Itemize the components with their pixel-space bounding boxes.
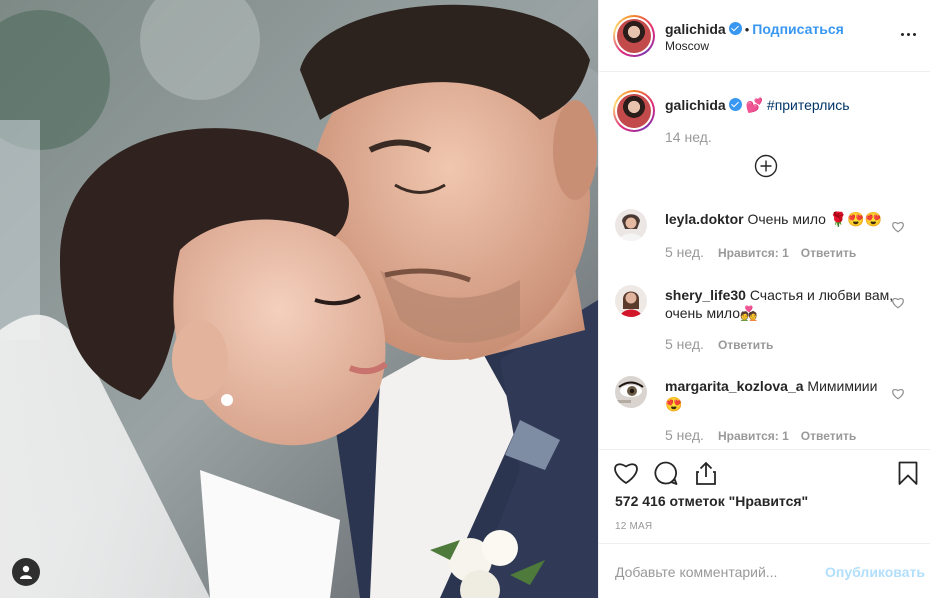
comment-emoji: 💑 [740,305,758,321]
user-tag-button[interactable] [12,558,40,586]
commenter-avatar[interactable] [615,209,647,241]
user-tag-icon [20,565,32,579]
share-icon[interactable] [693,460,719,486]
verified-badge-icon [728,98,742,111]
comment-emoji: 😍 [665,396,683,412]
comment-input[interactable] [615,562,815,582]
separator-dot: • [744,22,750,37]
comment-heart-icon[interactable] [891,296,905,309]
post-header: galichida • Подписаться Moscow [599,0,930,72]
post-date[interactable]: 12 МАЯ [615,521,652,532]
comment-text: Очень мило [747,211,826,227]
comment-emoji: 🌹😍😍 [829,211,883,227]
comment-time[interactable]: 5 нед. [665,244,704,260]
post-photo[interactable] [0,0,598,598]
caption-emoji: 💕 [745,97,764,113]
caption-avatar[interactable] [613,90,655,132]
author-username[interactable]: galichida [665,21,726,37]
comment-heart-icon[interactable] [891,220,905,233]
commenter-avatar[interactable] [615,376,647,408]
comment-username[interactable]: leyla.doktor [665,211,744,227]
comment-time[interactable]: 5 нед. [665,427,704,443]
reply-button[interactable]: Ответить [801,429,856,443]
comment-text: Мимимиии [807,378,878,394]
more-options-icon[interactable] [899,27,919,41]
post-actions: 572 416 отметок "Нравится" 12 МАЯ [599,449,930,543]
add-comment-form: Опубликовать [599,543,930,598]
heart-icon[interactable] [613,460,639,486]
load-more-comments-button[interactable] [754,154,778,178]
plus-circle-icon [754,154,778,178]
author-avatar[interactable] [613,15,655,57]
comment-heart-icon[interactable] [891,387,905,400]
post-location[interactable]: Moscow [665,39,709,53]
likes-count[interactable]: 572 416 отметок "Нравится" [615,493,808,509]
comment-username[interactable]: shery_life30 [665,287,746,303]
caption-time[interactable]: 14 нед. [665,129,712,145]
caption-hashtag[interactable]: #притерлись [767,97,850,113]
commenter-avatar[interactable] [615,285,647,317]
comment-likes[interactable]: Нравится: 1 [718,246,789,260]
comment-time[interactable]: 5 нед. [665,336,704,352]
follow-button[interactable]: Подписаться [752,21,844,37]
wedding-photo-image [0,0,598,598]
reply-button[interactable]: Ответить [801,246,856,260]
comment-username[interactable]: margarita_kozlova_a [665,378,804,394]
comment-bubble-icon[interactable] [653,460,679,486]
reply-button[interactable]: Ответить [718,338,773,352]
publish-button[interactable]: Опубликовать [825,564,925,580]
verified-badge-icon [728,22,742,35]
comment-likes[interactable]: Нравится: 1 [718,429,789,443]
post-side-panel: galichida • Подписаться Moscow galichida 💕… [598,0,930,598]
comments-list[interactable]: galichida 💕 #притерлись 14 нед. leyla.do… [599,73,930,449]
bookmark-icon[interactable] [895,460,921,486]
caption-username[interactable]: galichida [665,97,726,113]
